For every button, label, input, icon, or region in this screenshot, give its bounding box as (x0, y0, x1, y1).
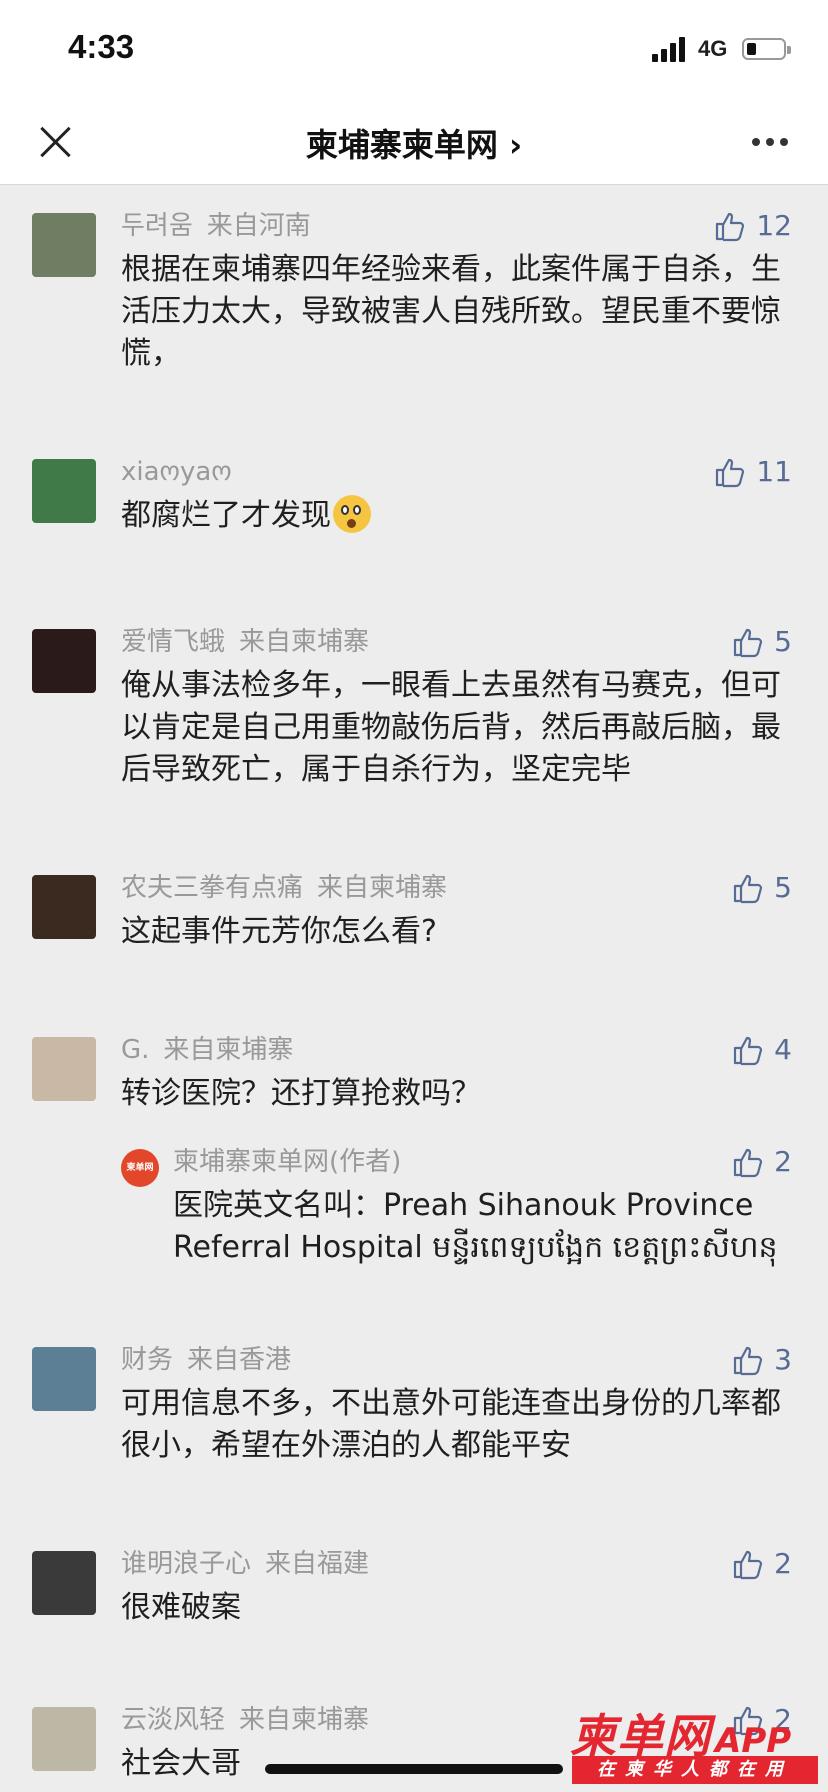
home-indicator[interactable] (265, 1764, 563, 1774)
comment-username[interactable]: 谁明浪子心 (121, 1549, 251, 1579)
comment-username[interactable]: G. (121, 1035, 149, 1065)
comment-region: 来自柬埔寨 (163, 1035, 294, 1065)
status-time: 4:33 (68, 28, 135, 65)
thumbs-up-icon (732, 626, 774, 658)
reply-username[interactable]: 柬埔寨柬单网(作者) (173, 1147, 401, 1177)
comment-meta: 谁明浪子心 来自福建 2 (121, 1547, 828, 1581)
comment-username[interactable]: 爱情飞蛾 (121, 627, 225, 657)
thumbs-up-icon (732, 1344, 774, 1376)
comment-item[interactable]: 谁明浪子心 来自福建 2 很难破案 (0, 1523, 828, 1629)
comment-region: 来自柬埔寨 (317, 873, 448, 903)
like-button[interactable]: 11 (714, 455, 792, 489)
comment-meta: 爱情飞蛾 来自柬埔寨 5 (121, 625, 828, 659)
comment-text-content: 根据在柬埔寨四年经验来看，此案件属于自杀，生活压力太大，导致被害人自残所致。望民… (121, 252, 781, 371)
comment-item[interactable]: 农夫三拳有点痛 来自柬埔寨 5 这起事件元芳你怎么看? (0, 847, 828, 953)
like-count: 5 (774, 625, 792, 658)
comment-username[interactable]: 云淡风轻 (121, 1705, 225, 1735)
account-title-link[interactable]: 柬埔寨柬单网 › (0, 120, 828, 166)
battery-icon (742, 38, 791, 60)
like-count: 12 (756, 209, 792, 242)
comment-text: 可用信息不多，不出意外可能连查出身份的几率都很小，希望在外漂泊的人都能平安 (121, 1383, 792, 1467)
thumbs-up-icon (732, 1034, 774, 1066)
comment-region: 来自福建 (265, 1549, 370, 1579)
avatar[interactable] (32, 1707, 96, 1771)
like-button[interactable]: 2 (732, 1547, 792, 1581)
thumbs-up-icon (732, 1146, 774, 1178)
comment-text-content: 很难破案 (121, 1590, 241, 1625)
like-count: 5 (774, 871, 792, 904)
like-button[interactable]: 5 (732, 871, 792, 905)
comment-item[interactable]: xiaოyaო 11 都腐烂了才发现 (0, 431, 828, 537)
comment-username[interactable]: xiaოyaო (121, 457, 232, 487)
comment-meta: 财务 来自香港 3 (121, 1343, 828, 1377)
reply-meta: 柬埔寨柬单网(作者) 2 (173, 1145, 828, 1179)
more-options-icon[interactable] (752, 138, 792, 148)
like-count: 3 (774, 1343, 792, 1376)
comment-region: 来自河南 (206, 211, 311, 241)
comment-text: 俺从事法检多年，一眼看上去虽然有马赛克，但可以肯定是自己用重物敲伤后背，然后再敲… (121, 665, 792, 791)
reply-like-button[interactable]: 2 (732, 1145, 792, 1179)
like-button[interactable]: 4 (732, 1033, 792, 1067)
avatar[interactable] (32, 459, 96, 523)
watermark-main: 柬单网 (570, 1709, 711, 1763)
comment-text-content: 社会大哥 (121, 1746, 241, 1781)
thumbs-up-icon (732, 1548, 774, 1580)
comment-list: 두려움 来自河南 12 根据在柬埔寨四年经验来看，此案件属于自杀，生活压力太大，导致被… (0, 185, 828, 1785)
comment-text-content: 都腐烂了才发现 (121, 498, 331, 533)
comment-meta: 두려움 来自河南 12 (121, 209, 828, 243)
author-reply[interactable]: 柬单网 柬埔寨柬单网(作者) 2 医院英文名叫：Preah Sihanouk Prov… (0, 1145, 828, 1269)
comment-item[interactable]: 爱情飞蛾 来自柬埔寨 5 俺从事法检多年，一眼看上去虽然有马赛克，但可以肯定是自己用重… (0, 601, 828, 791)
navigation-bar: 柬埔寨柬单网 › (0, 100, 828, 185)
thumbs-up-icon (732, 872, 774, 904)
comment-item[interactable]: 财务 来自香港 3 可用信息不多，不出意外可能连查出身份的几率都很小，希望在外漂泊的人… (0, 1319, 828, 1467)
comment-text-content: 俺从事法检多年，一眼看上去虽然有马赛克，但可以肯定是自己用重物敲伤后背，然后再敲… (121, 668, 781, 787)
comment-username[interactable]: 财务 (121, 1345, 173, 1375)
comment-text: 很难破案 (121, 1587, 792, 1629)
like-button[interactable]: 3 (732, 1343, 792, 1377)
like-count: 11 (756, 455, 792, 488)
avatar[interactable] (32, 1347, 96, 1411)
comment-region: 来自柬埔寨 (239, 1705, 370, 1735)
network-label: 4G (698, 36, 728, 61)
watermark-app: APP (715, 1721, 792, 1761)
like-button[interactable]: 5 (732, 625, 792, 659)
comment-region: 来自香港 (187, 1345, 292, 1375)
comment-region: 来自柬埔寨 (239, 627, 370, 657)
avatar[interactable] (32, 1037, 96, 1101)
comment-text-content: 这起事件元芳你怎么看? (121, 914, 437, 949)
comment-text: 转诊医院？还打算抢救吗？ (121, 1073, 792, 1115)
comment-meta: xiaოyaო 11 (121, 455, 828, 489)
avatar[interactable] (32, 1551, 96, 1615)
comment-text-content: 转诊医院？还打算抢救吗？ (121, 1076, 481, 1111)
comment-item[interactable]: G. 来自柬埔寨 4 转诊医院？还打算抢救吗？ 柬单网 柬埔寨柬单网(作者) 2 医院英文名叫… (0, 1009, 828, 1269)
comment-item[interactable]: 두려움 来自河南 12 根据在柬埔寨四年经验来看，此案件属于自杀，生活压力太大，导致被… (0, 185, 828, 375)
comment-text-content: 可用信息不多，不出意外可能连查出身份的几率都很小，希望在外漂泊的人都能平安 (121, 1386, 781, 1463)
thumbs-up-icon (714, 210, 756, 242)
like-count: 4 (774, 1033, 792, 1066)
avatar[interactable] (32, 629, 96, 693)
comment-text: 根据在柬埔寨四年经验来看，此案件属于自杀，生活压力太大，导致被害人自残所致。望民… (121, 249, 792, 375)
surprised-emoji-icon (333, 495, 371, 533)
author-avatar: 柬单网 (121, 1149, 159, 1187)
comment-text: 都腐烂了才发现 (121, 495, 792, 537)
comment-meta: G. 来自柬埔寨 4 (121, 1033, 828, 1067)
thumbs-up-icon (714, 456, 756, 488)
watermark-logo: 柬单网 APP 在柬华人都在用 (570, 1700, 820, 1788)
status-bar: 4:33 4G (0, 0, 828, 100)
reply-text: 医院英文名叫：Preah Sihanouk Province Referral … (173, 1188, 778, 1265)
avatar[interactable] (32, 875, 96, 939)
signal-icon (652, 36, 690, 62)
watermark-sub: 在柬华人都在用 (572, 1756, 818, 1784)
comment-text: 这起事件元芳你怎么看? (121, 911, 792, 953)
comment-username[interactable]: 두려움 (121, 211, 193, 241)
reply-like-count: 2 (774, 1145, 792, 1178)
like-count: 2 (774, 1547, 792, 1580)
avatar[interactable] (32, 213, 96, 277)
comment-meta: 农夫三拳有点痛 来自柬埔寨 5 (121, 871, 828, 905)
comment-username[interactable]: 农夫三拳有点痛 (121, 873, 303, 903)
like-button[interactable]: 12 (714, 209, 792, 243)
